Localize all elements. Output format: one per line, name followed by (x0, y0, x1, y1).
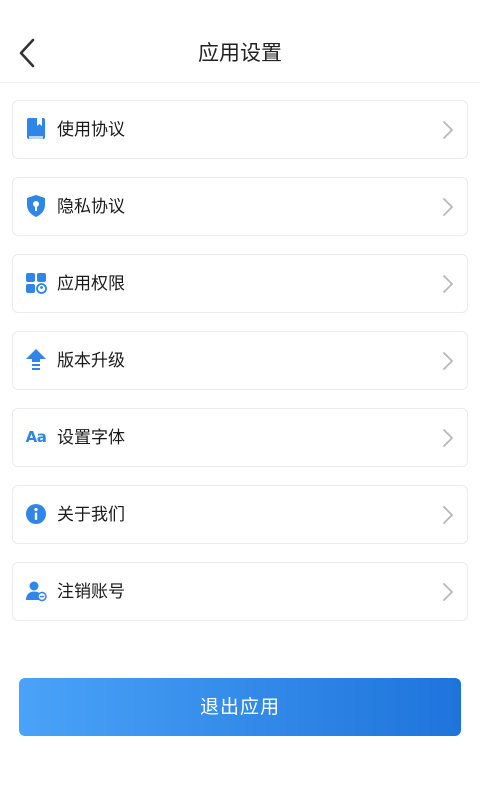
settings-page: 应用设置 使用协议 隐私协议 应用权限 版本升级 Aa 设置字体 关于我们 注销… (0, 0, 480, 800)
font-aa-icon-glyph: Aa (25, 428, 47, 446)
app-grid-icon (25, 272, 47, 294)
chevron-right-icon (443, 352, 453, 370)
info-icon (25, 503, 47, 525)
settings-item-about[interactable]: 关于我们 (12, 485, 468, 544)
settings-item-label: 设置字体 (57, 428, 125, 448)
chevron-right-icon (443, 198, 453, 216)
settings-item-upgrade[interactable]: 版本升级 (12, 331, 468, 390)
shield-lock-icon (25, 195, 47, 217)
chevron-right-icon (443, 429, 453, 447)
font-aa-icon: Aa (25, 426, 47, 448)
settings-item-delete-account[interactable]: 注销账号 (12, 562, 468, 621)
settings-item-permissions[interactable]: 应用权限 (12, 254, 468, 313)
settings-item-label: 关于我们 (57, 505, 125, 525)
upgrade-arrow-icon (25, 349, 47, 371)
settings-item-label: 使用协议 (57, 120, 125, 140)
user-remove-icon (25, 580, 47, 602)
settings-item-label: 版本升级 (57, 351, 125, 371)
book-icon (25, 118, 47, 140)
chevron-right-icon (443, 506, 453, 524)
top-bar: 应用设置 (0, 0, 480, 83)
settings-item-label: 注销账号 (57, 582, 125, 602)
page-title: 应用设置 (198, 41, 282, 65)
settings-list: 使用协议 隐私协议 应用权限 版本升级 Aa 设置字体 关于我们 注销账号 (12, 100, 468, 639)
settings-item-privacy[interactable]: 隐私协议 (12, 177, 468, 236)
settings-item-terms[interactable]: 使用协议 (12, 100, 468, 159)
chevron-right-icon (443, 121, 453, 139)
logout-button[interactable]: 退出应用 (19, 678, 461, 736)
settings-item-font[interactable]: Aa 设置字体 (12, 408, 468, 467)
chevron-right-icon (443, 275, 453, 293)
settings-item-label: 隐私协议 (57, 197, 125, 217)
chevron-right-icon (443, 583, 453, 601)
settings-item-label: 应用权限 (57, 274, 125, 294)
